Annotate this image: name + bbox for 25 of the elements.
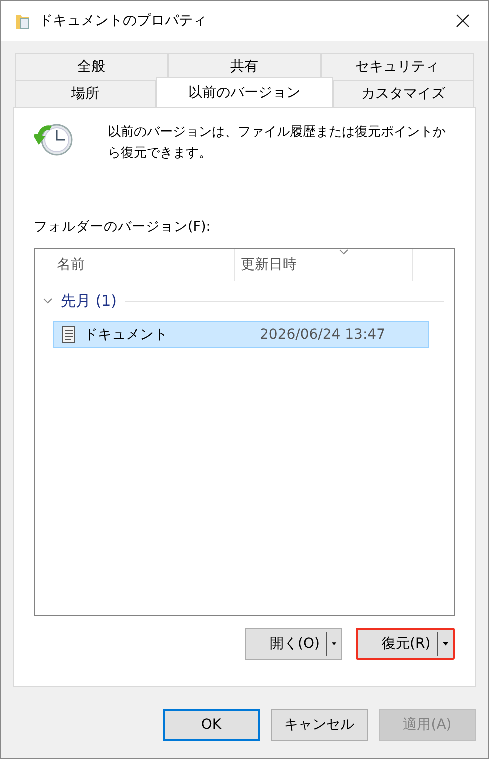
- tab[interactable]: 全般: [15, 53, 168, 80]
- file-name: ドキュメント: [84, 326, 169, 344]
- dialog-button[interactable]: OK: [163, 709, 260, 741]
- column-header[interactable]: 更新日時: [235, 249, 413, 281]
- split-button[interactable]: 開く(O): [245, 628, 342, 660]
- column-header[interactable]: 名前: [35, 249, 235, 281]
- split-button[interactable]: 復元(R): [356, 628, 455, 660]
- tab[interactable]: 以前のバージョン: [156, 77, 333, 107]
- group-header[interactable]: 先月 (1): [61, 292, 118, 310]
- list-row[interactable]: ドキュメント 2026/06/24 13:47: [53, 321, 429, 348]
- chevron-icon[interactable]: [43, 297, 53, 305]
- folder-icon: [15, 12, 31, 30]
- description-text: 以前のバージョンは、ファイル履歴または復元ポイントから復元できます。: [108, 124, 447, 163]
- close-icon[interactable]: [456, 14, 470, 28]
- caret-icon: [443, 641, 449, 647]
- caret-icon: [332, 641, 337, 647]
- dialog-button[interactable]: キャンセル: [271, 709, 368, 741]
- list-label: フォルダーのバージョン(F):: [34, 218, 212, 236]
- window-title: ドキュメントのプロパティ: [39, 12, 208, 30]
- tab[interactable]: 場所: [15, 80, 156, 107]
- clock-icon: [34, 122, 74, 158]
- modified-date: 2026/06/24 13:47: [260, 326, 386, 342]
- tab[interactable]: カスタマイズ: [332, 80, 474, 107]
- document-icon: [62, 326, 76, 344]
- tab[interactable]: セキュリティ: [321, 53, 474, 80]
